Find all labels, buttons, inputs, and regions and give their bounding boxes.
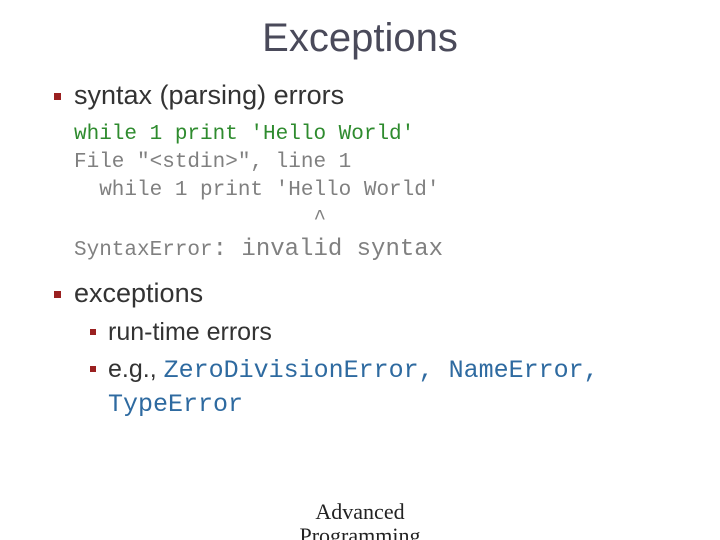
code-line-3: while 1 print 'Hello World' xyxy=(74,179,439,202)
slide: Exceptions syntax (parsing) errors while… xyxy=(0,0,720,540)
sub-bullet-list: run-time errors e.g., ZeroDivisionError,… xyxy=(74,316,680,422)
bullet-list: syntax (parsing) errors while 1 print 'H… xyxy=(40,79,680,422)
sub-bullet-runtime: run-time errors xyxy=(108,316,680,349)
slide-title: Exceptions xyxy=(40,16,680,61)
code-line-4: ^ xyxy=(74,208,326,231)
footer-line-1: Advanced xyxy=(0,500,720,524)
code-line-2: File "<stdin>", line 1 xyxy=(74,151,351,174)
code-line-5b: : invalid syntax xyxy=(213,236,443,263)
code-line-1: while 1 print 'Hello World' xyxy=(74,123,414,146)
bullet-text: syntax (parsing) errors xyxy=(74,80,344,110)
footer: Advanced Programming xyxy=(0,500,720,540)
code-line-5a: SyntaxError xyxy=(74,239,213,262)
error-types: ZeroDivisionError, NameError, TypeError xyxy=(108,356,599,420)
footer-line-2: Programming xyxy=(0,524,720,540)
sub-bullet-prefix: e.g., xyxy=(108,355,164,383)
bullet-text: exceptions xyxy=(74,278,203,308)
bullet-syntax-errors: syntax (parsing) errors while 1 print 'H… xyxy=(74,79,680,267)
sub-bullet-text: run-time errors xyxy=(108,318,272,346)
sub-bullet-eg: e.g., ZeroDivisionError, NameError, Type… xyxy=(108,353,680,422)
code-block: while 1 print 'Hello World' File "<stdin… xyxy=(74,121,680,267)
bullet-exceptions: exceptions run-time errors e.g., ZeroDiv… xyxy=(74,277,680,422)
